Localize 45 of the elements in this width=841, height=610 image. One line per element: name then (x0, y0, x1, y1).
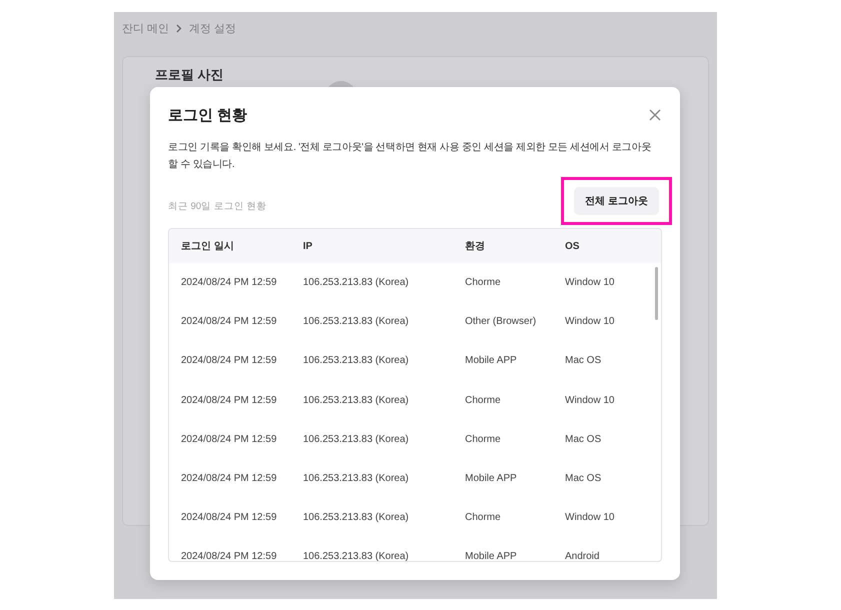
table-cell-text: Chorme (465, 512, 502, 524)
table-cell-text: 2024/08/24 PM 12:59 (180, 473, 278, 484)
table-cell-text: 2024/08/24 PM 12:59 (180, 277, 278, 288)
table-cell-text: Window 10 (565, 512, 616, 524)
column-header: 환경 (465, 240, 486, 253)
table-cell-text: 106.253.213.83 (Korea) (303, 316, 410, 328)
logout-all-button[interactable]: 전체 로그아웃 (574, 187, 659, 215)
close-icon[interactable] (648, 108, 662, 122)
table-cell-text: 106.253.213.83 (Korea) (303, 277, 410, 288)
table-cell-text: Window 10 (565, 394, 616, 406)
table-cell-text: Window 10 (565, 316, 616, 328)
table-cell-text: 106.253.213.83 (Korea) (303, 473, 410, 484)
table-cell-text: Chorme (465, 434, 502, 445)
table-cell-text: 2024/08/24 PM 12:59 (180, 355, 278, 366)
table-cell-text: 106.253.213.83 (Korea) (303, 355, 410, 366)
breadcrumb-link[interactable]: 잔디 메인 (122, 20, 170, 36)
table-cell-text: Mac OS (565, 434, 602, 445)
table-cell-text: 2024/08/24 PM 12:59 (180, 551, 278, 561)
table-cell-text: 2024/08/24 PM 12:59 (180, 394, 278, 406)
table-cell-text: Other (Browser) (465, 316, 538, 328)
table-cell-text: 2024/08/24 PM 12:59 (180, 512, 278, 524)
table-cell-text: 106.253.213.83 (Korea) (303, 394, 410, 406)
table-cell-text: Mobile APP (465, 355, 518, 366)
breadcrumb-link[interactable]: 계정 설정 (189, 20, 236, 36)
column-header: OS (565, 240, 580, 252)
section-label: 프로필 사진 (155, 66, 225, 84)
table-cell-text: Mobile APP (465, 551, 518, 561)
scrollbar-thumb[interactable] (655, 267, 658, 320)
column-header: 로그인 일시 (180, 240, 235, 253)
table-cell-text: 106.253.213.83 (Korea) (303, 512, 410, 524)
table-cell-text: 2024/08/24 PM 12:59 (180, 434, 278, 445)
table-cell-text: 106.253.213.83 (Korea) (303, 434, 410, 445)
table-cell-text: Android (565, 551, 600, 561)
table-cell-text: Chorme (465, 277, 502, 288)
column-header: IP (303, 240, 314, 252)
table-cell-text: 2024/08/24 PM 12:59 (180, 316, 278, 328)
table-cell-text: Window 10 (565, 277, 616, 288)
table-caption: 최근 90일 로그인 현황 (168, 200, 266, 212)
dialog-description: 로그인 기록을 확인해 보세요. '전체 로그아웃'을 선택하면 현재 사용 중인 세션을 제외한 모든 세션에서 로그아웃 할 수 있습니다. (168, 141, 652, 172)
table-cell-text: Mac OS (565, 473, 602, 484)
table-cell-text: Mac OS (565, 355, 602, 366)
chevron-icon (176, 24, 182, 32)
dialog-title: 로그인 현황 (168, 106, 248, 124)
table-cell-text: Mobile APP (465, 473, 518, 484)
table-cell-text: Chorme (465, 394, 502, 406)
